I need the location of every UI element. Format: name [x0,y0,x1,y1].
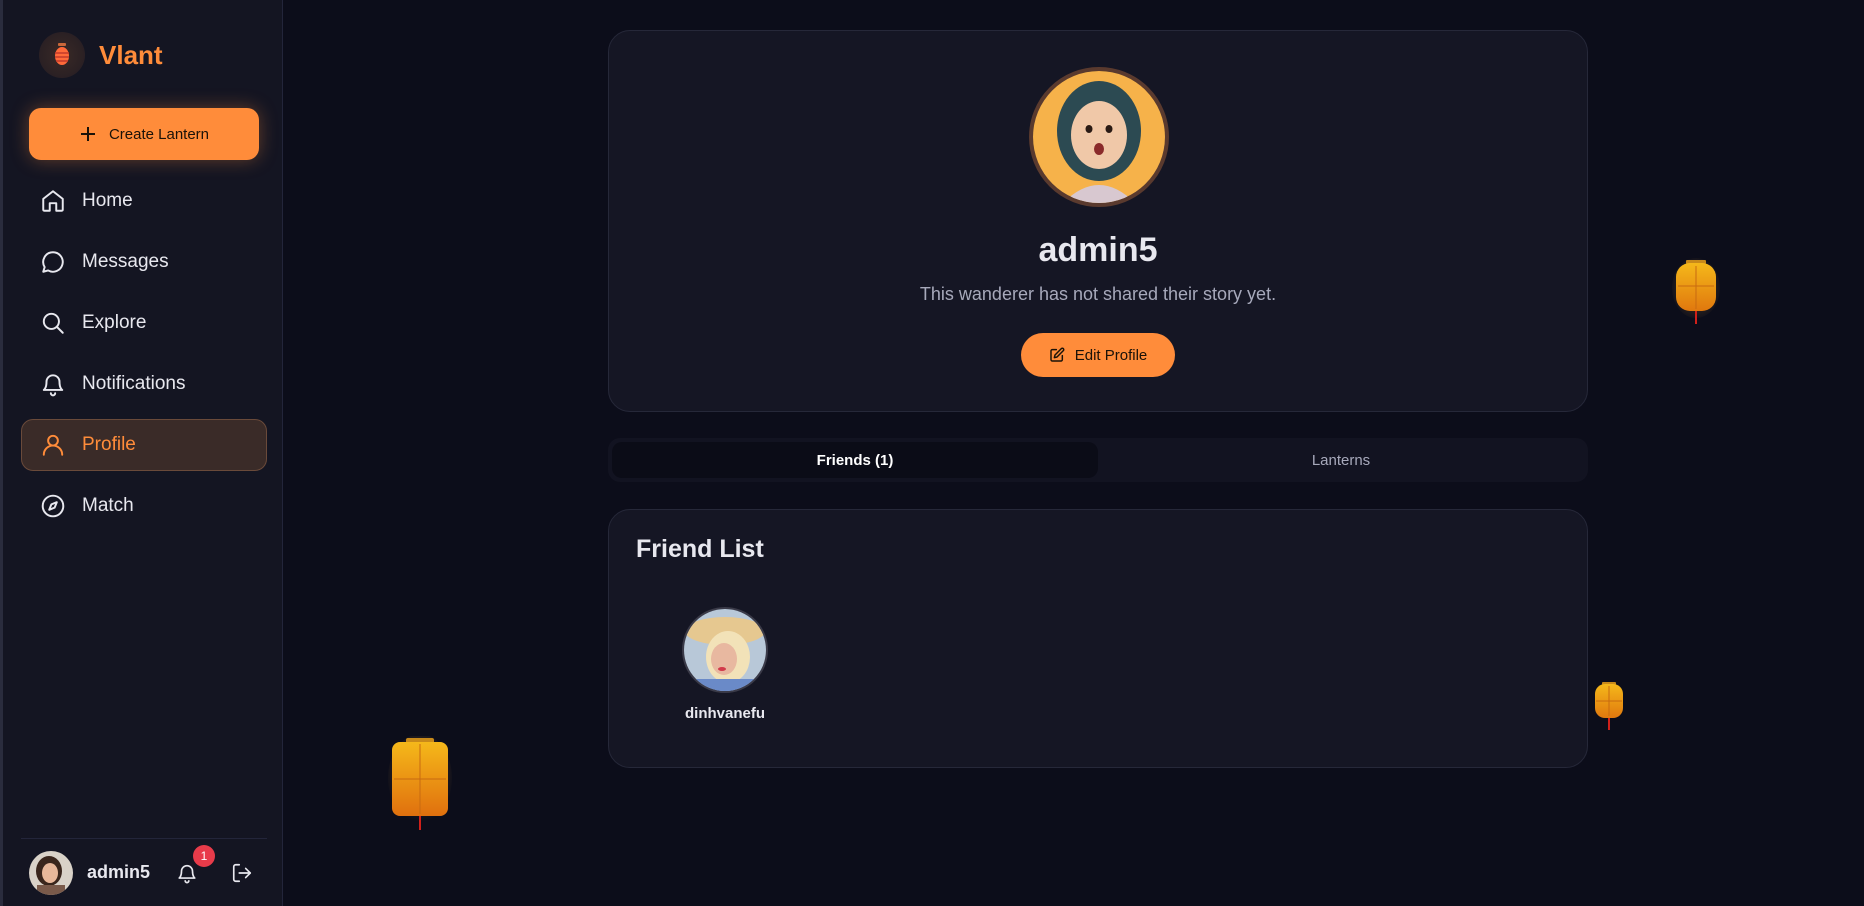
brand-name: Vlant [99,39,163,70]
sidebar-item-label: Explore [82,312,147,333]
sidebar-footer: admin5 1 [21,838,267,906]
friend-list-title: Friend List [636,535,764,563]
profile-avatar[interactable] [1029,67,1169,207]
friend-avatar[interactable] [682,607,768,693]
sidebar-nav: Home Messages Explore Notifications Prof… [21,175,267,541]
app-root: Vlant Create Lantern Home Messages Explo… [0,0,1864,906]
compass-icon [41,494,65,518]
chat-bubble-icon [42,251,64,273]
create-lantern-label: Create Lantern [108,125,210,143]
notification-badge: 1 [193,844,215,867]
profile-tabs: Friends (1) Lanterns [608,438,1588,482]
sidebar: Vlant Create Lantern Home Messages Explo… [0,0,283,906]
lantern-decoration [388,734,452,837]
lantern-icon [39,32,85,78]
sidebar-item-label: Messages [82,251,169,272]
search-icon [42,312,64,334]
bell-icon [178,864,196,883]
profile-bio: This wanderer has not shared their story… [919,284,1277,304]
sidebar-item-home[interactable]: Home [21,175,267,227]
sidebar-item-label: Match [82,495,134,516]
tab-friends[interactable]: Friends (1) [612,442,1098,478]
tab-lanterns[interactable]: Lanterns [1098,442,1584,478]
user-icon [42,434,64,456]
avatar[interactable] [29,850,73,895]
footer-username: admin5 [87,862,151,882]
sidebar-item-explore[interactable]: Explore [21,297,267,349]
sidebar-item-messages[interactable]: Messages [21,236,267,288]
edit-profile-label: Edit Profile [1074,346,1148,364]
notification-bell-button[interactable]: 1 [173,844,215,887]
logout-button[interactable] [229,860,255,886]
edit-profile-button[interactable]: Edit Profile [1021,333,1175,377]
sidebar-item-label: Notifications [82,373,186,394]
friend-name: dinhvanefu [684,705,765,722]
lantern-decoration [1592,680,1626,737]
home-icon [42,190,64,212]
create-lantern-button[interactable]: Create Lantern [29,108,259,160]
sidebar-item-label: Home [82,190,133,211]
plus-icon [80,127,95,141]
sidebar-item-profile[interactable]: Profile [21,419,267,471]
profile-card: admin5 This wanderer has not shared thei… [608,30,1588,412]
bell-icon [42,374,64,397]
list-item[interactable]: dinhvanefu [675,607,775,722]
sidebar-item-notifications[interactable]: Notifications [21,358,267,410]
edit-icon [1049,347,1065,362]
brand[interactable]: Vlant [39,32,163,78]
friend-list-card: Friend List dinhvanefu [608,509,1588,768]
profile-username: admin5 [1038,231,1158,269]
sidebar-item-match[interactable]: Match [21,480,267,532]
sidebar-item-label: Profile [82,434,136,455]
logout-icon [232,863,252,882]
lantern-decoration [1672,258,1720,333]
